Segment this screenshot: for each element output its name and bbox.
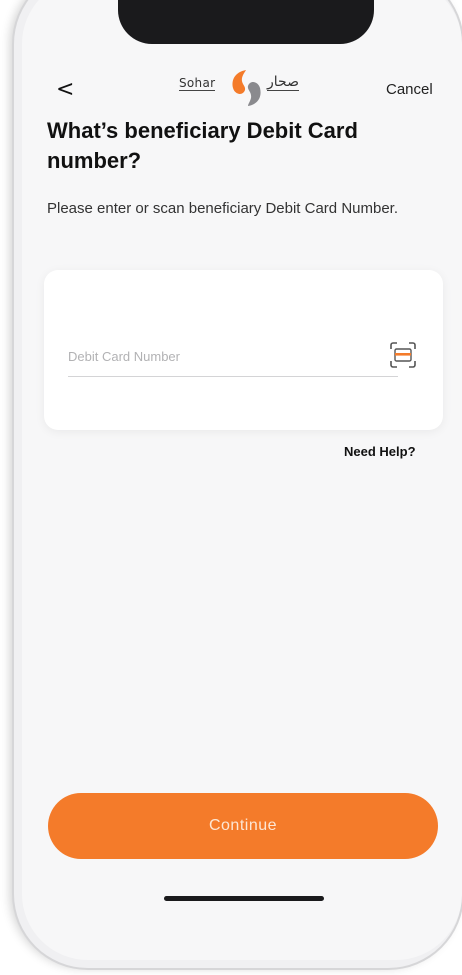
device-notch xyxy=(118,0,374,44)
need-help-link[interactable]: Need Help? xyxy=(344,444,416,459)
debit-card-number-input[interactable] xyxy=(68,336,398,377)
page-title: What’s beneficiary Debit Card number? xyxy=(47,118,358,173)
scan-card-icon[interactable] xyxy=(388,340,418,370)
phone-frame: < Sohar صحار Cancel What’s beneficiary D… xyxy=(14,0,462,968)
logo-latin-text: Sohar xyxy=(179,76,216,91)
logo-mark-icon xyxy=(232,70,261,106)
card-input-panel xyxy=(44,270,443,430)
home-indicator xyxy=(164,896,324,901)
back-button[interactable]: < xyxy=(56,79,74,101)
logo-arabic-text: صحار xyxy=(267,74,299,91)
app-screen: < Sohar صحار Cancel What’s beneficiary D… xyxy=(22,0,462,960)
page-subtitle: Please enter or scan beneficiary Debit C… xyxy=(47,200,399,217)
continue-button[interactable]: Continue xyxy=(48,793,438,859)
sohar-logo: Sohar صحار xyxy=(179,68,313,112)
cancel-button[interactable]: Cancel xyxy=(386,81,433,98)
